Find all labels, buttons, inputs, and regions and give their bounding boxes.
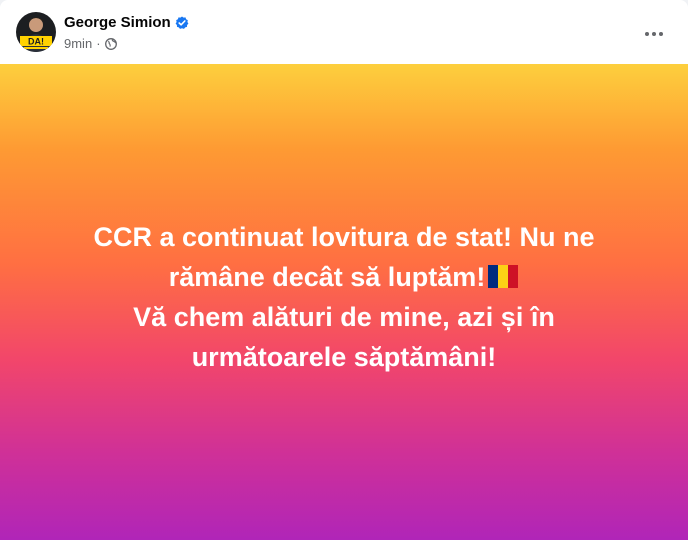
post-timestamp[interactable]: 9min <box>64 36 92 51</box>
post-text-line-1: CCR a continuat lovitura de stat! Nu ne <box>93 222 595 252</box>
post-card: DA! George Simion 9min · CCR a continuat… <box>0 0 688 540</box>
post-text-line-4: următoarele săptămâni! <box>191 342 497 372</box>
avatar-badge-text: DA! <box>28 37 44 47</box>
more-options-button[interactable] <box>636 16 672 52</box>
author-avatar[interactable]: DA! <box>16 12 56 52</box>
post-header: DA! George Simion 9min · <box>0 0 688 64</box>
post-text-line-3: Vă chem alături de mine, azi și în <box>133 302 555 332</box>
meta-separator: · <box>96 36 101 51</box>
verified-badge-icon <box>175 16 189 30</box>
author-line: George Simion <box>64 14 189 31</box>
globe-icon[interactable] <box>104 37 117 50</box>
romania-flag-icon <box>486 264 519 289</box>
post-text-line-2-text: rămâne decât să luptăm! <box>168 262 486 292</box>
post-text-line-2: rămâne decât să luptăm! <box>64 257 624 297</box>
post-text: CCR a continuat lovitura de stat! Nu ne … <box>64 217 624 377</box>
author-name[interactable]: George Simion <box>64 14 171 31</box>
post-content-background: CCR a continuat lovitura de stat! Nu ne … <box>0 64 688 540</box>
more-options-icon <box>644 31 664 37</box>
post-meta: 9min · <box>64 36 117 51</box>
